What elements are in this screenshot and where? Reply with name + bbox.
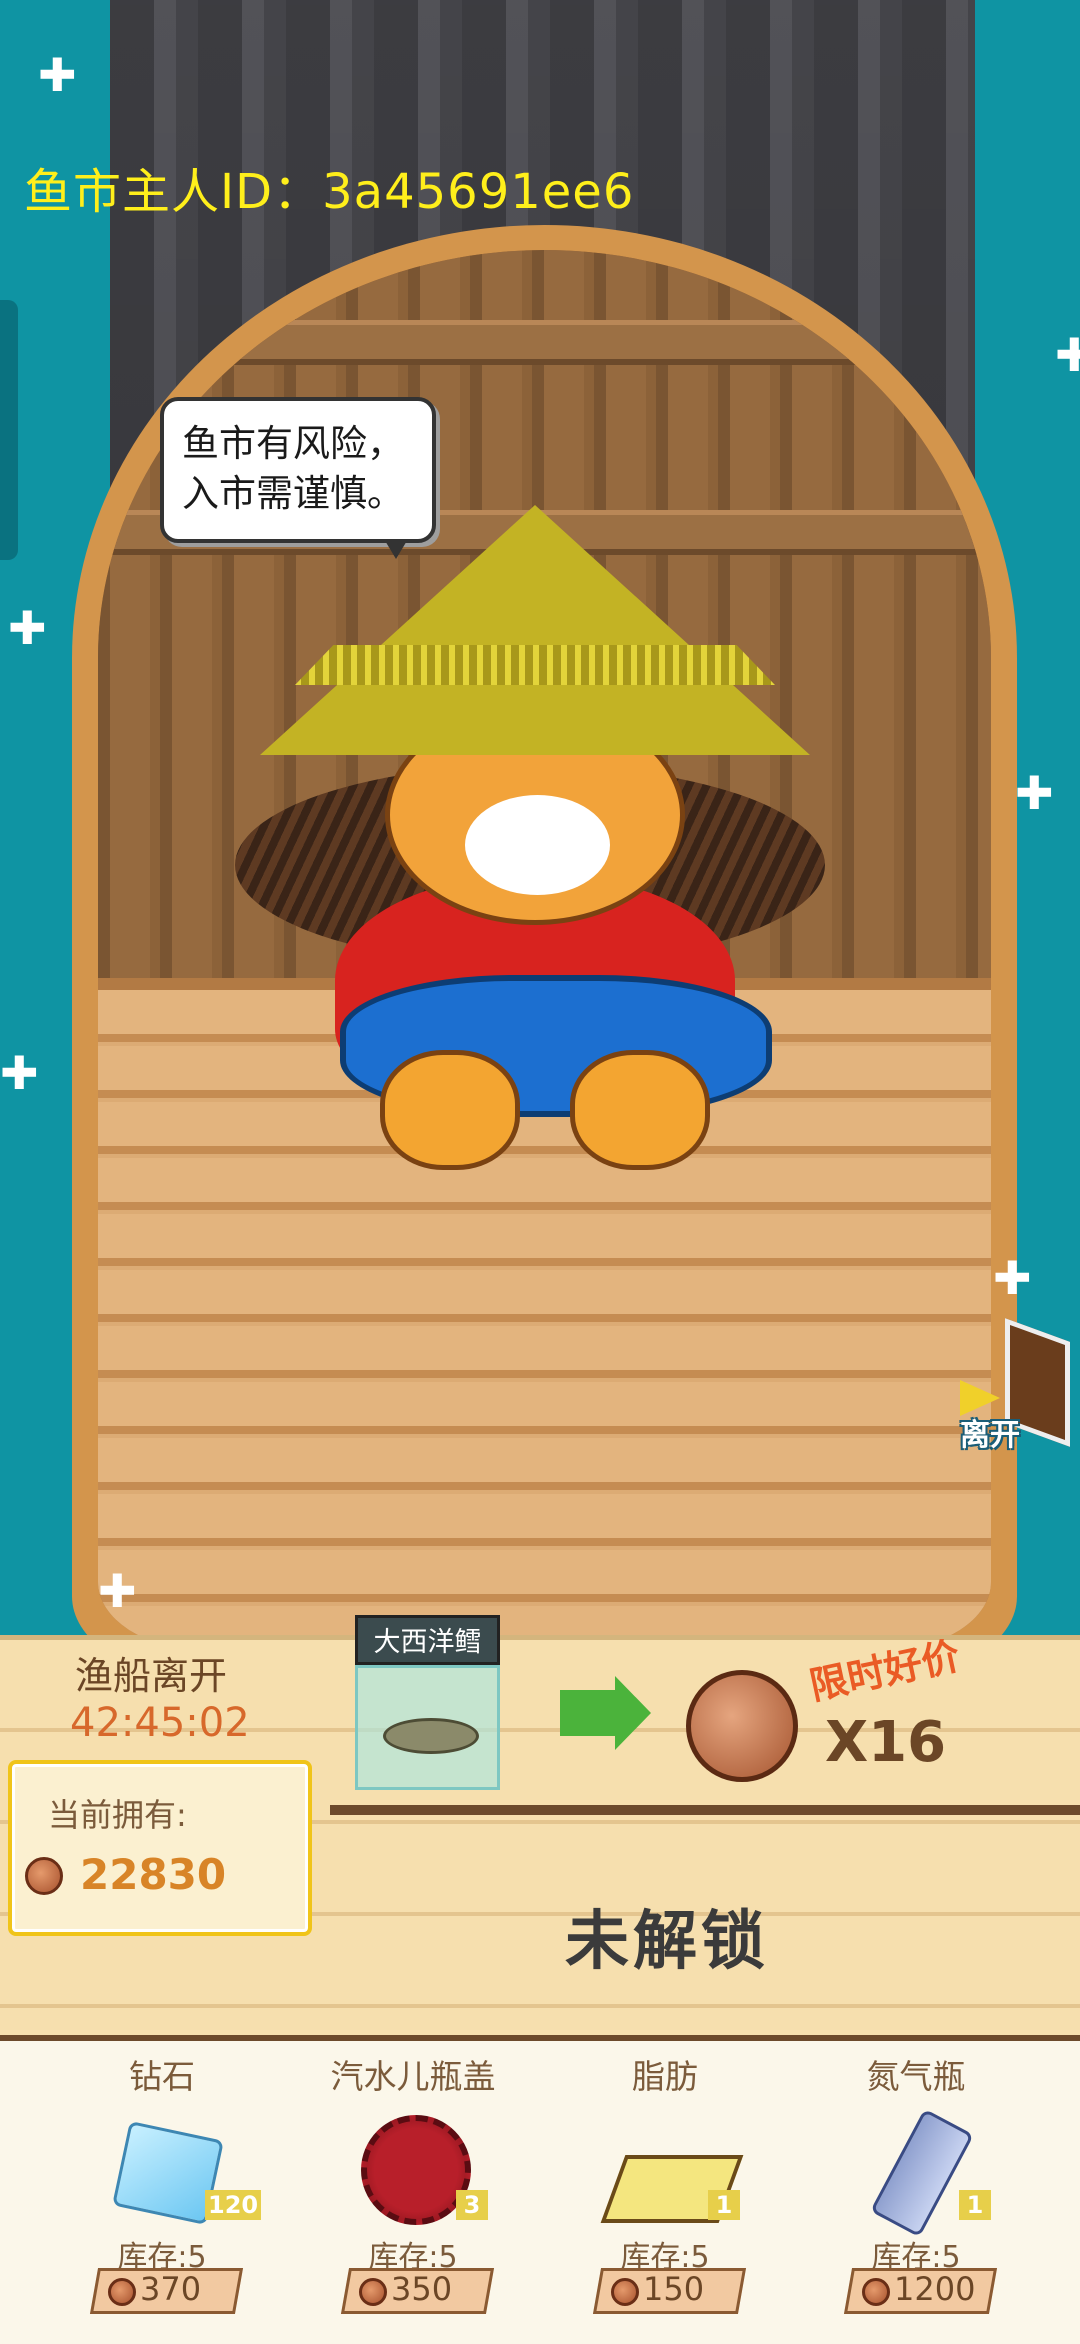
leave-label: 离开 [960, 1418, 1020, 1453]
item-price: 150 [643, 2270, 705, 2308]
item-qty-badge: 1 [959, 2190, 991, 2220]
shop-item-nitrogen-bottle[interactable]: 氮气瓶 1 库存:5 1200 [796, 2050, 1036, 2340]
game-screen: { "header": { "owner_id_label": "鱼市主人ID：… [0, 0, 1080, 2344]
depart-timer: 42:45:02 [70, 1700, 250, 1746]
sparkle-icon: ✚ [993, 1251, 1032, 1305]
fish-coin-icon [108, 2278, 136, 2306]
sparkle-icon: ✚ [0, 1046, 39, 1100]
fish-tank [355, 1665, 500, 1790]
locked-status-button[interactable]: 未解锁 [565, 1890, 769, 1982]
trade-arrow-icon [560, 1676, 651, 1750]
shop-item-bottle-cap[interactable]: 汽水儿瓶盖 3 库存:5 350 [293, 2050, 533, 2340]
cat-muzzle [465, 795, 610, 895]
item-price: 350 [391, 2270, 453, 2308]
sparkle-icon: ✚ [98, 1564, 137, 1618]
cat-paw [380, 1050, 520, 1170]
fish-coin-icon [25, 1857, 63, 1895]
fish-coin-icon [862, 2278, 890, 2306]
item-name: 钻石 [129, 2057, 195, 2096]
fish-tank-item[interactable]: 大西洋鳕 [355, 1615, 500, 1790]
fish-coin-icon [359, 2278, 387, 2306]
bottle-cap-icon [361, 2115, 471, 2225]
owned-label: 当前拥有: [48, 1796, 187, 1834]
item-qty-badge: 120 [205, 2190, 262, 2220]
shop-item-fat[interactable]: 脂肪 1 库存:5 150 [545, 2050, 785, 2340]
owned-amount: 22830 [80, 1850, 227, 1899]
wall-beam [98, 320, 991, 365]
item-qty-badge: 1 [708, 2190, 740, 2220]
item-name: 脂肪 [632, 2057, 698, 2096]
straw-hat-brim [295, 645, 775, 685]
panel-shelf [330, 1805, 1080, 1815]
fish-market-owner-id: 鱼市主人ID：3a45691ee6 [24, 164, 635, 220]
fish-coin-icon [611, 2278, 639, 2306]
boat-depart-label: 渔船离开 [75, 1654, 228, 1698]
side-drawer-handle[interactable] [0, 300, 18, 560]
item-qty-badge: 3 [456, 2190, 488, 2220]
fish-coin-icon [686, 1670, 798, 1782]
fish-name: 大西洋鳕 [355, 1615, 500, 1665]
sparkle-icon: ✚ [1055, 328, 1080, 382]
speech-line: 入市需谨慎。 [182, 472, 404, 515]
item-price: 1200 [894, 2270, 976, 2308]
sparkle-icon: ✚ [8, 601, 47, 655]
leave-button[interactable]: 离开 [960, 1318, 1070, 1453]
cat-merchant[interactable] [235, 505, 825, 1170]
speech-line: 鱼市有风险， [182, 422, 404, 465]
speech-bubble: 鱼市有风险， 入市需谨慎。 [160, 397, 436, 559]
item-price: 370 [140, 2270, 202, 2308]
cod-fish-icon [383, 1718, 479, 1754]
cat-paw [570, 1050, 710, 1170]
owned-currency-box [8, 1760, 312, 1936]
item-name: 汽水儿瓶盖 [330, 2057, 496, 2096]
sparkle-icon: ✚ [38, 48, 77, 102]
trade-multiplier: X16 [825, 1710, 947, 1775]
shop-item-diamond[interactable]: 钻石 120 库存:5 370 [42, 2050, 282, 2340]
sparkle-icon: ✚ [1015, 766, 1054, 820]
item-name: 氮气瓶 [866, 2057, 966, 2096]
